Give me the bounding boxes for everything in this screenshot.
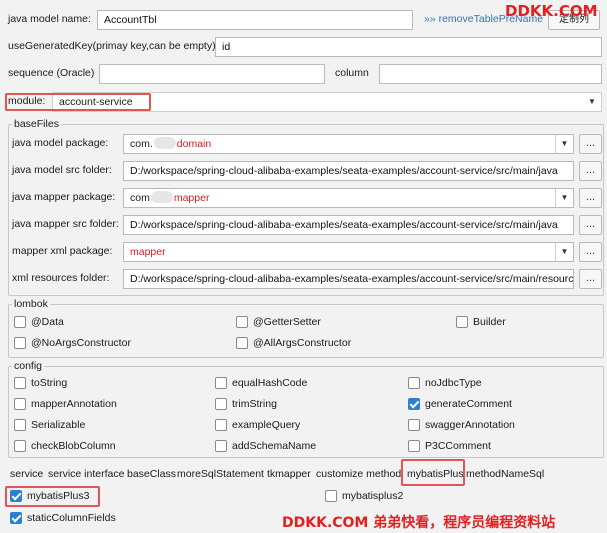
tab-methodnamesql[interactable]: methodNameSql bbox=[466, 466, 544, 482]
basefiles-row-input[interactable]: D:/workspace/spring-cloud-alibaba-exampl… bbox=[123, 269, 574, 289]
mybatisplus3-highlight bbox=[5, 486, 100, 507]
config-option-checkbox[interactable] bbox=[14, 440, 26, 452]
watermark-bottom: DDKK.COM 弟弟快看，程序员编程资料站 bbox=[282, 515, 556, 531]
basefiles-row-label: java model package: bbox=[12, 137, 109, 149]
config-option-label: addSchemaName bbox=[232, 440, 317, 452]
config-option-checkbox[interactable] bbox=[14, 377, 26, 389]
config-option-checkbox[interactable] bbox=[215, 377, 227, 389]
redacted-blur bbox=[153, 137, 176, 149]
lombok-option-label: @AllArgsConstructor bbox=[253, 337, 352, 349]
lombok-option-checkbox[interactable] bbox=[236, 337, 248, 349]
column-input[interactable] bbox=[379, 64, 602, 84]
browse-button[interactable]: ... bbox=[579, 215, 602, 235]
browse-button[interactable]: ... bbox=[579, 188, 602, 208]
config-option-checkbox[interactable] bbox=[215, 419, 227, 431]
config-option-label: checkBlobColumn bbox=[31, 440, 116, 452]
basefiles-title: baseFiles bbox=[12, 117, 61, 131]
tab-service-interface[interactable]: service interface bbox=[48, 466, 124, 482]
config-option-checkbox[interactable] bbox=[14, 419, 26, 431]
basefiles-row-value: D:/workspace/spring-cloud-alibaba-exampl… bbox=[130, 165, 558, 177]
config-option-checkbox[interactable] bbox=[408, 440, 420, 452]
package-prefix: com. bbox=[130, 138, 153, 150]
basefiles-row-value: mapper bbox=[130, 246, 166, 258]
config-option-checkbox[interactable] bbox=[408, 377, 420, 389]
tab-tkmapper[interactable]: tkmapper bbox=[267, 466, 311, 482]
config-option-label: noJdbcType bbox=[425, 377, 482, 389]
java-model-name-input[interactable]: AccountTbl bbox=[97, 10, 413, 30]
config-option-label: swaggerAnnotation bbox=[425, 419, 515, 431]
config-option-checkbox[interactable] bbox=[215, 398, 227, 410]
basefiles-row-value: mapper bbox=[173, 192, 210, 204]
lombok-title: lombok bbox=[12, 297, 50, 311]
browse-button[interactable]: ... bbox=[579, 161, 602, 181]
lombok-option-label: @NoArgsConstructor bbox=[31, 337, 131, 349]
browse-button[interactable]: ... bbox=[579, 134, 602, 154]
config-option-label: Serializable bbox=[31, 419, 86, 431]
config-option-label: mapperAnnotation bbox=[31, 398, 117, 410]
static-column-fields-checkbox[interactable] bbox=[10, 512, 22, 524]
lombok-option-label: Builder bbox=[473, 316, 506, 328]
basefiles-row-select[interactable]: com mapper ▼ bbox=[123, 188, 574, 208]
lombok-option-checkbox[interactable] bbox=[236, 316, 248, 328]
basefiles-row-input[interactable]: D:/workspace/spring-cloud-alibaba-exampl… bbox=[123, 161, 574, 181]
config-title: config bbox=[12, 359, 45, 373]
config-option-checkbox[interactable] bbox=[14, 398, 26, 410]
mybatisplus-tab-highlight bbox=[401, 459, 465, 486]
redacted-blur bbox=[150, 191, 173, 203]
lombok-option-checkbox[interactable] bbox=[14, 337, 26, 349]
tab-baseclass[interactable]: baseClass bbox=[127, 466, 176, 482]
config-option-label: P3CComment bbox=[425, 440, 491, 452]
basefiles-row-value: domain bbox=[176, 138, 212, 150]
lombok-option-checkbox[interactable] bbox=[14, 316, 26, 328]
mybatisplus2-label: mybatisplus2 bbox=[342, 490, 404, 502]
chevron-down-icon[interactable]: ▼ bbox=[555, 243, 573, 261]
config-option-label: toString bbox=[31, 377, 68, 389]
config-option-label: exampleQuery bbox=[232, 419, 301, 431]
tab-service[interactable]: service bbox=[10, 466, 43, 482]
basefiles-row-label: xml resources folder: bbox=[12, 272, 110, 284]
basefiles-row-label: java model src folder: bbox=[12, 164, 112, 176]
module-dropdown-icon[interactable]: ▼ bbox=[583, 93, 601, 111]
config-option-label: trimString bbox=[232, 398, 277, 410]
basefiles-row-select[interactable]: mapper ▼ bbox=[123, 242, 574, 262]
basefiles-row-label: java mapper package: bbox=[12, 191, 116, 203]
tab-customize-method[interactable]: customize method bbox=[316, 466, 401, 482]
browse-button[interactable]: ... bbox=[579, 242, 602, 262]
config-option-checkbox[interactable] bbox=[408, 398, 420, 410]
tab-moresqlstatement[interactable]: moreSqlStatement bbox=[177, 466, 264, 482]
browse-button[interactable]: ... bbox=[579, 269, 602, 289]
chevron-down-icon[interactable]: ▼ bbox=[555, 135, 573, 153]
static-column-fields-label: staticColumnFields bbox=[27, 512, 116, 524]
lombok-option-checkbox[interactable] bbox=[456, 316, 468, 328]
module-highlight bbox=[5, 93, 151, 111]
sequence-label: sequence (Oracle) bbox=[8, 67, 95, 79]
package-prefix: com bbox=[130, 192, 150, 204]
config-option-label: equalHashCode bbox=[232, 377, 308, 389]
basefiles-row-label: mapper xml package: bbox=[12, 245, 113, 257]
basefiles-row-value: D:/workspace/spring-cloud-alibaba-exampl… bbox=[130, 219, 558, 231]
use-generated-key-label: useGeneratedKey(primay key,can be empty)… bbox=[8, 40, 219, 52]
mybatisplus2-checkbox[interactable] bbox=[325, 490, 337, 502]
watermark-top: DDKK.COM bbox=[505, 2, 598, 20]
chevron-down-icon[interactable]: ▼ bbox=[555, 189, 573, 207]
config-option-label: generateComment bbox=[425, 398, 512, 410]
basefiles-row-select[interactable]: com. domain ▼ bbox=[123, 134, 574, 154]
basefiles-row-value: D:/workspace/spring-cloud-alibaba-exampl… bbox=[130, 273, 574, 285]
lombok-option-label: @GetterSetter bbox=[253, 316, 321, 328]
lombok-option-label: @Data bbox=[31, 316, 64, 328]
basefiles-row-label: java mapper src folder: bbox=[12, 218, 119, 230]
java-model-name-label: java model name: bbox=[8, 13, 91, 25]
sequence-input[interactable] bbox=[99, 64, 325, 84]
config-option-checkbox[interactable] bbox=[408, 419, 420, 431]
column-label: column bbox=[335, 67, 369, 79]
config-option-checkbox[interactable] bbox=[215, 440, 227, 452]
basefiles-row-input[interactable]: D:/workspace/spring-cloud-alibaba-exampl… bbox=[123, 215, 574, 235]
use-generated-key-input[interactable]: id bbox=[215, 37, 602, 57]
